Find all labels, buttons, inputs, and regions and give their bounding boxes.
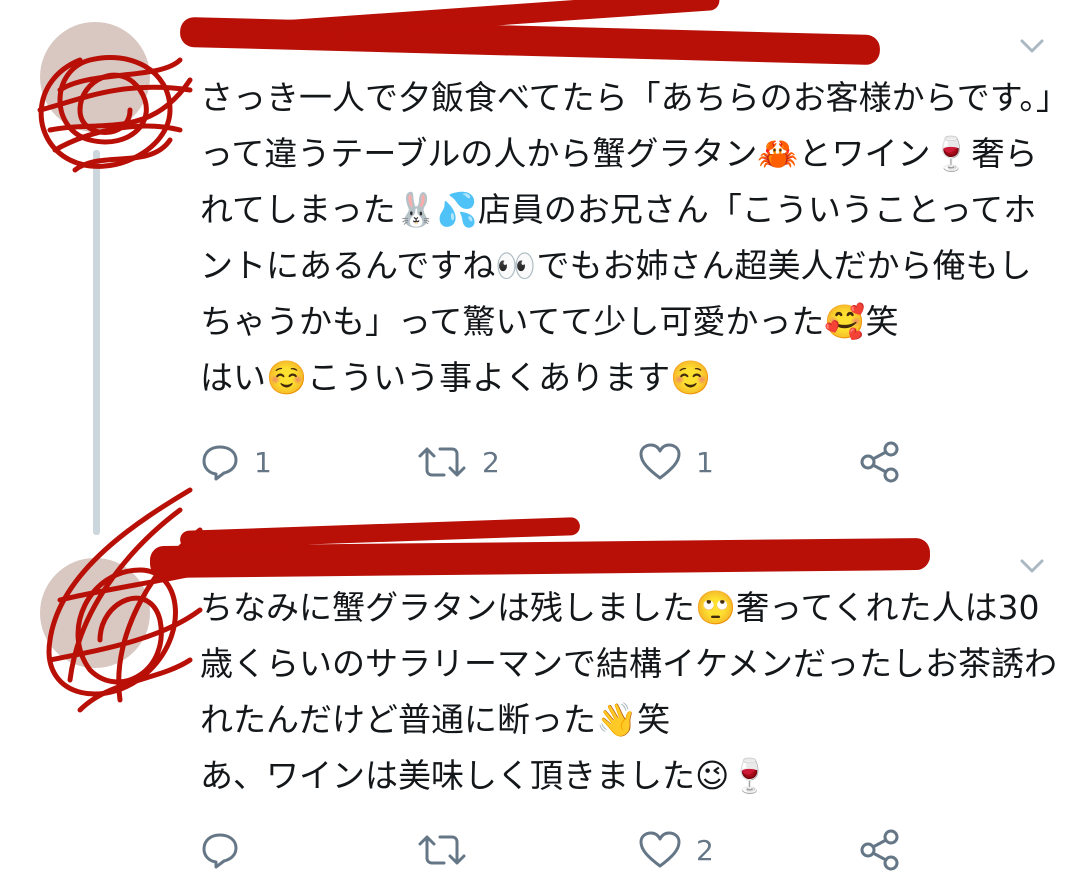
like-count: 1 (696, 445, 714, 479)
chevron-down-icon[interactable] (1014, 28, 1050, 64)
tweet-actions: 2 (0, 820, 1080, 880)
like-button[interactable]: 2 (638, 820, 714, 880)
tweet-2[interactable]: ちなみに蟹グラタンは残しました🙄奢ってくれた人は30歳くらいのサラリーマンで結構… (0, 487, 1080, 888)
chevron-down-icon[interactable] (1014, 548, 1050, 584)
avatar[interactable] (40, 558, 150, 668)
like-count: 2 (696, 833, 714, 867)
tweet-text: さっき一人で夕飯食べてたら「あちらのお客様からです。」って違うテーブルの人から蟹… (200, 78, 1053, 397)
tweet-actions: 1 2 1 (0, 432, 1080, 492)
share-icon (860, 441, 899, 483)
heart-icon (639, 443, 681, 480)
retweet-button[interactable] (416, 820, 482, 880)
retweet-icon (418, 447, 466, 477)
reply-icon (202, 445, 238, 481)
reply-button[interactable]: 1 (200, 432, 272, 492)
tweet-1[interactable]: さっき一人で夕飯食べてたら「あちらのお客様からです。」って違うテーブルの人から蟹… (0, 0, 1080, 535)
share-icon (860, 829, 899, 871)
tweet-text: ちなみに蟹グラタンは残しました🙄奢ってくれた人は30歳くらいのサラリーマンで結構… (200, 588, 1058, 795)
like-button[interactable]: 1 (638, 432, 714, 492)
reply-button[interactable] (200, 820, 254, 880)
retweet-button[interactable]: 2 (416, 432, 500, 492)
reply-count: 1 (254, 445, 272, 479)
retweet-icon (418, 835, 466, 865)
share-button[interactable] (858, 820, 902, 880)
reply-icon (202, 833, 238, 869)
retweet-count: 2 (482, 445, 500, 479)
share-button[interactable] (858, 432, 902, 492)
heart-icon (639, 831, 681, 868)
avatar[interactable] (40, 22, 150, 132)
